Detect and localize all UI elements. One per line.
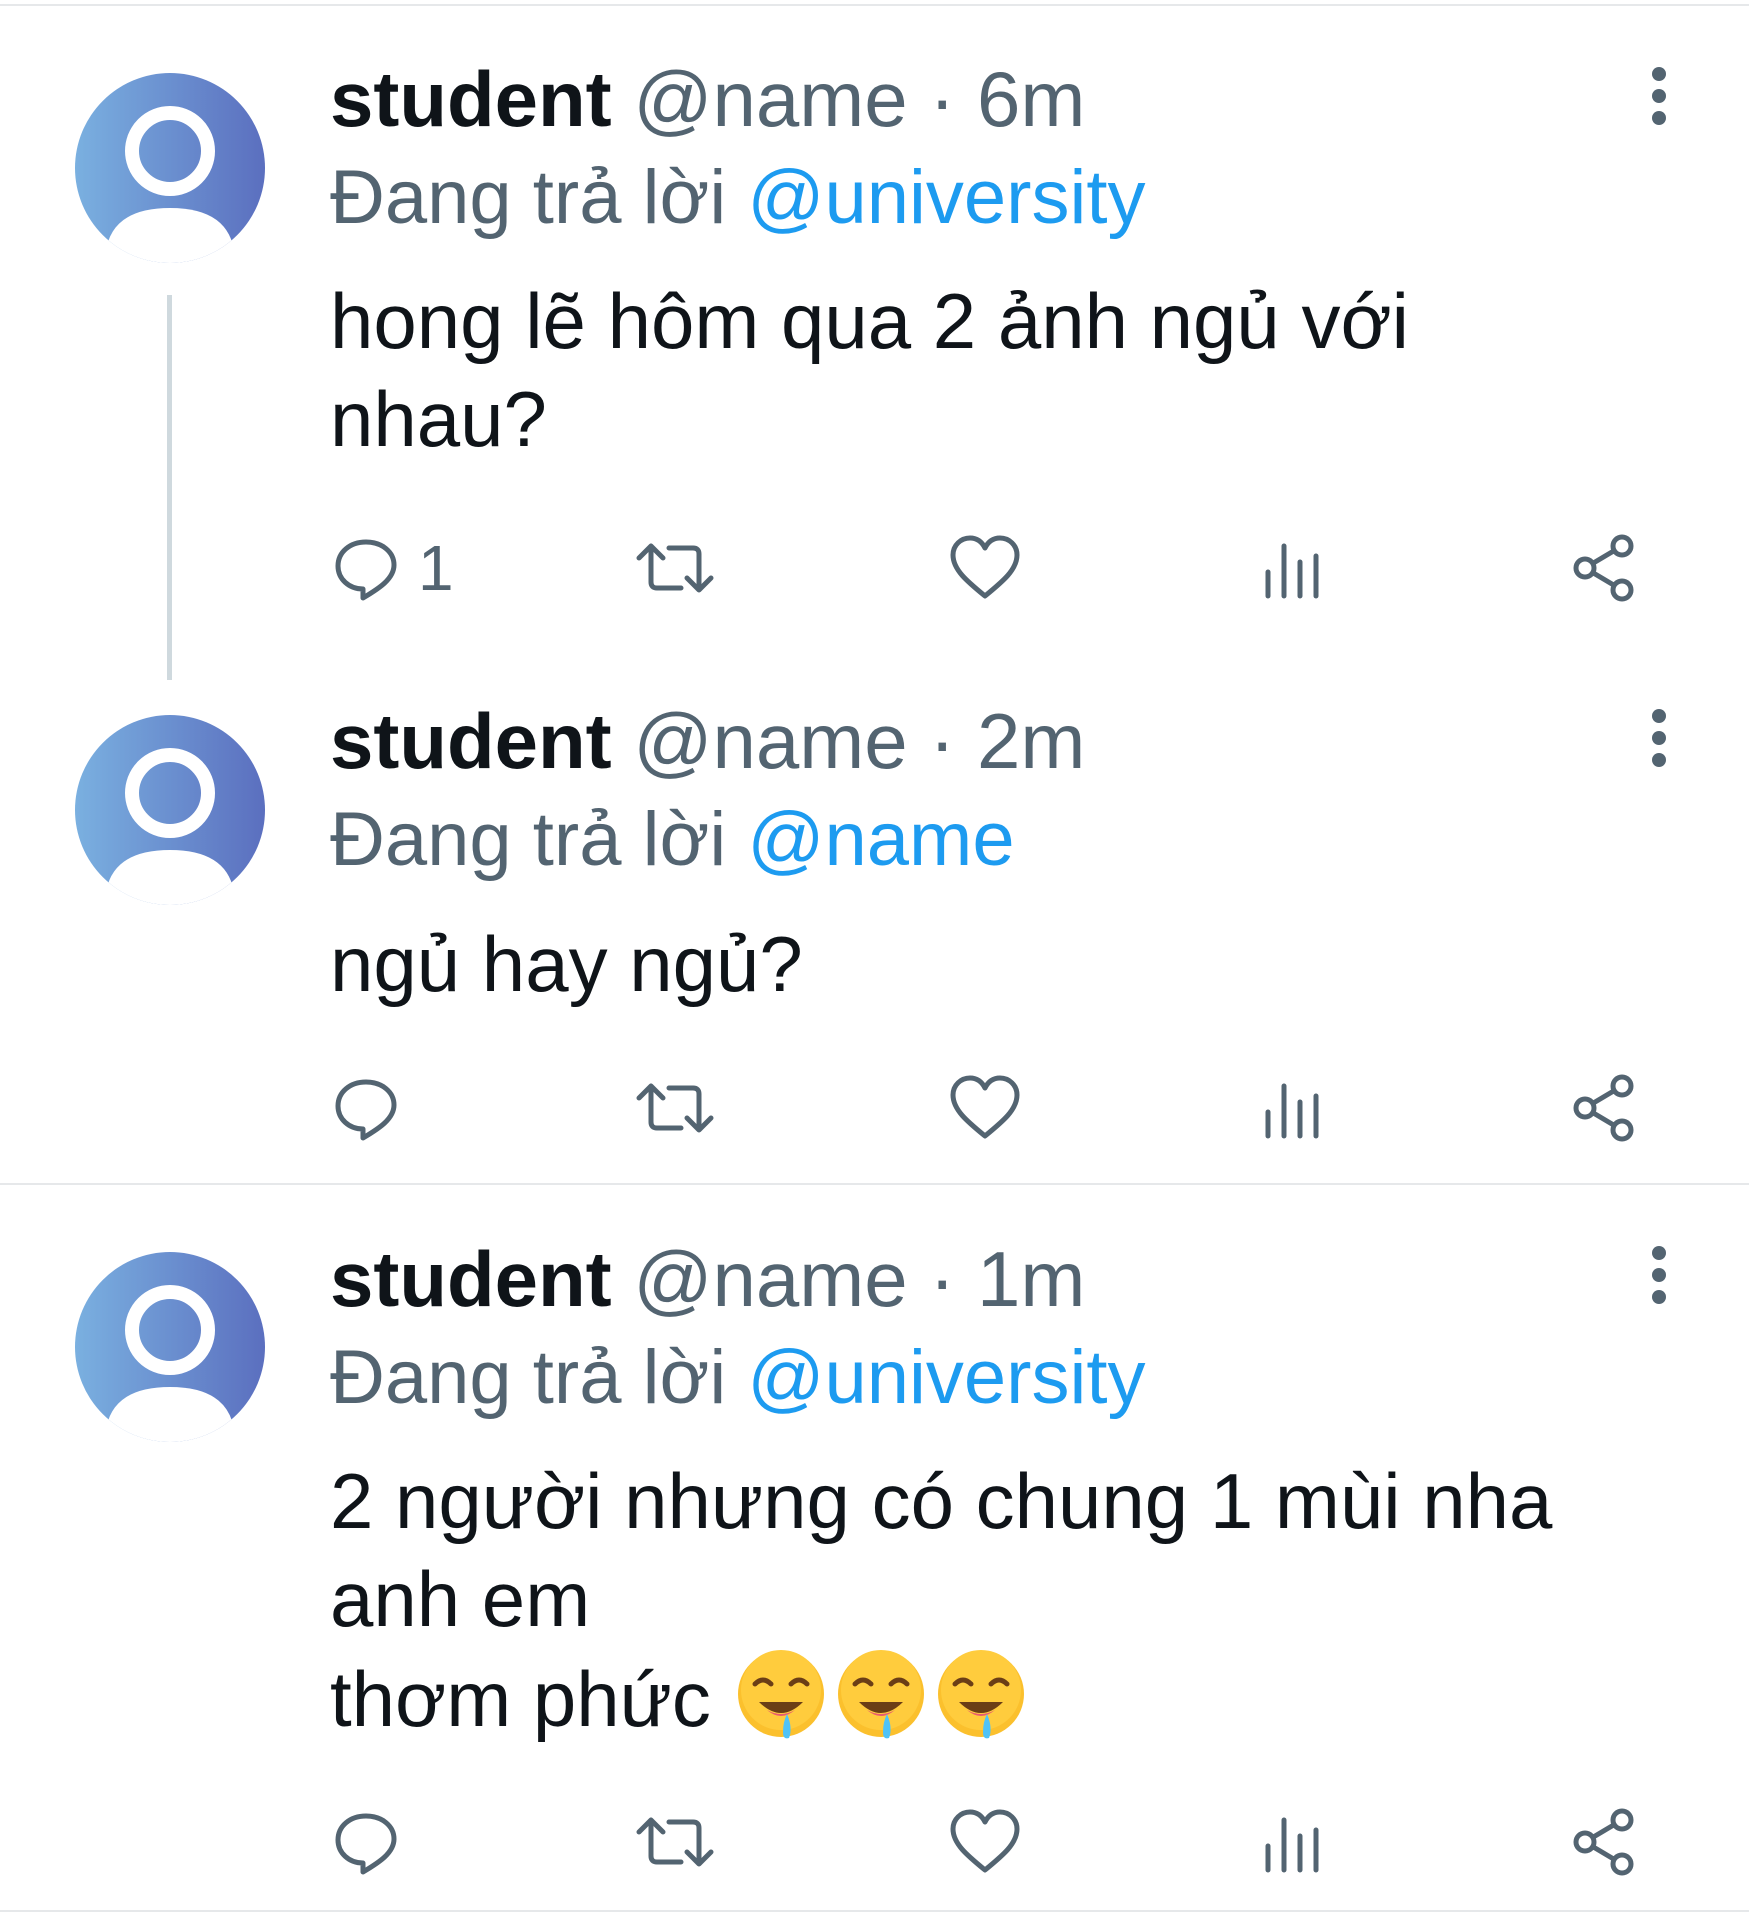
tweet-text-line: hong lẽ hôm qua 2 ảnh ngủ với (330, 277, 1409, 365)
tweet-text: hong lẽ hôm qua 2 ảnh ngủ với nhau? (330, 272, 1690, 468)
avatar[interactable] (75, 73, 265, 263)
share-button[interactable] (1567, 1802, 1641, 1882)
reply-context: Đang trả lời @university (330, 160, 1146, 236)
more-vertical-icon (1652, 709, 1666, 767)
analytics-button[interactable] (1260, 1802, 1324, 1882)
tweet-text-line: ngủ hay ngủ? (330, 920, 803, 1008)
timestamp[interactable]: 1m (977, 1235, 1085, 1323)
tweet-text: ngủ hay ngủ? (330, 915, 1690, 1013)
reply-button[interactable] (330, 1068, 418, 1148)
drooling-face-emoji (737, 1650, 824, 1739)
action-bar: 1 (330, 528, 1690, 608)
retweet-icon (636, 543, 714, 593)
display-name[interactable]: student (330, 55, 612, 143)
default-avatar-icon (75, 1252, 265, 1442)
reply-prefix: Đang trả lời (330, 155, 727, 240)
separator-dot: · (929, 697, 956, 785)
more-vertical-icon (1652, 67, 1666, 125)
reply-button[interactable]: 1 (330, 528, 454, 608)
avatar[interactable] (75, 1252, 265, 1442)
user-handle[interactable]: @name (633, 697, 907, 785)
analytics-button[interactable] (1260, 528, 1324, 608)
reply-prefix: Đang trả lời (330, 1335, 727, 1420)
like-button[interactable] (948, 1802, 1022, 1882)
display-name[interactable]: student (330, 1235, 612, 1323)
default-avatar-icon (75, 715, 265, 905)
reply-mention-link[interactable]: @university (747, 155, 1145, 240)
tweet-text-line: anh em (330, 1555, 591, 1643)
retweet-icon (636, 1817, 714, 1867)
more-button[interactable] (1644, 66, 1674, 126)
retweet-button[interactable] (635, 1068, 715, 1148)
like-icon (950, 1075, 1020, 1139)
tweet-header: student @name · 2m (330, 702, 1085, 780)
tweet-text: 2 người nhưng có chung 1 mùi nha anh em … (330, 1452, 1690, 1748)
reply-context: Đang trả lời @university (330, 1340, 1146, 1416)
action-bar (330, 1068, 1690, 1148)
analytics-icon (1265, 543, 1319, 599)
analytics-icon (1265, 1817, 1319, 1873)
share-icon (1573, 534, 1634, 602)
analytics-button[interactable] (1260, 1068, 1324, 1148)
reply-mention-link[interactable]: @name (747, 797, 1014, 882)
more-vertical-icon (1652, 1246, 1666, 1304)
reply-icon (335, 1079, 397, 1141)
tweet-text-line: 2 người nhưng có chung 1 mùi nha (330, 1457, 1553, 1545)
tweet-divider (0, 1183, 1749, 1185)
separator-dot: · (929, 55, 956, 143)
bottom-divider (0, 1910, 1749, 1912)
share-button[interactable] (1567, 1068, 1641, 1148)
reply-prefix: Đang trả lời (330, 797, 727, 882)
top-divider (0, 4, 1749, 6)
retweet-button[interactable] (635, 1802, 715, 1882)
reply-icon (335, 539, 397, 601)
default-avatar-icon (75, 73, 265, 263)
more-button[interactable] (1644, 1245, 1674, 1305)
like-icon (950, 535, 1020, 599)
more-button[interactable] (1644, 708, 1674, 768)
share-icon (1573, 1808, 1634, 1876)
tweet-text-line: nhau? (330, 375, 547, 463)
retweet-button[interactable] (635, 528, 715, 608)
retweet-icon (636, 1083, 714, 1133)
like-button[interactable] (948, 1068, 1022, 1148)
user-handle[interactable]: @name (633, 55, 907, 143)
action-bar (330, 1802, 1690, 1882)
tweet-text-line-with-emoji: thơm phức (330, 1648, 1690, 1748)
drooling-face-emoji (837, 1650, 924, 1739)
reply-context: Đang trả lời @name (330, 802, 1015, 878)
drooling-face-emoji (937, 1650, 1024, 1739)
reply-mention-link[interactable]: @university (747, 1335, 1145, 1420)
timestamp[interactable]: 2m (977, 697, 1085, 785)
reply-button[interactable] (330, 1802, 418, 1882)
thread-connector (167, 295, 172, 680)
tweet-text-segment: thơm phức (330, 1655, 711, 1743)
user-handle[interactable]: @name (633, 1235, 907, 1323)
avatar[interactable] (75, 715, 265, 905)
like-icon (950, 1809, 1020, 1873)
tweet-header: student @name · 6m (330, 60, 1085, 138)
tweet-header: student @name · 1m (330, 1240, 1085, 1318)
reply-icon (335, 1813, 397, 1875)
display-name[interactable]: student (330, 697, 612, 785)
share-icon (1573, 1074, 1634, 1142)
reply-count: 1 (418, 532, 454, 604)
share-button[interactable] (1567, 528, 1641, 608)
separator-dot: · (929, 1235, 956, 1323)
analytics-icon (1265, 1083, 1319, 1139)
like-button[interactable] (948, 528, 1022, 608)
timestamp[interactable]: 6m (977, 55, 1085, 143)
